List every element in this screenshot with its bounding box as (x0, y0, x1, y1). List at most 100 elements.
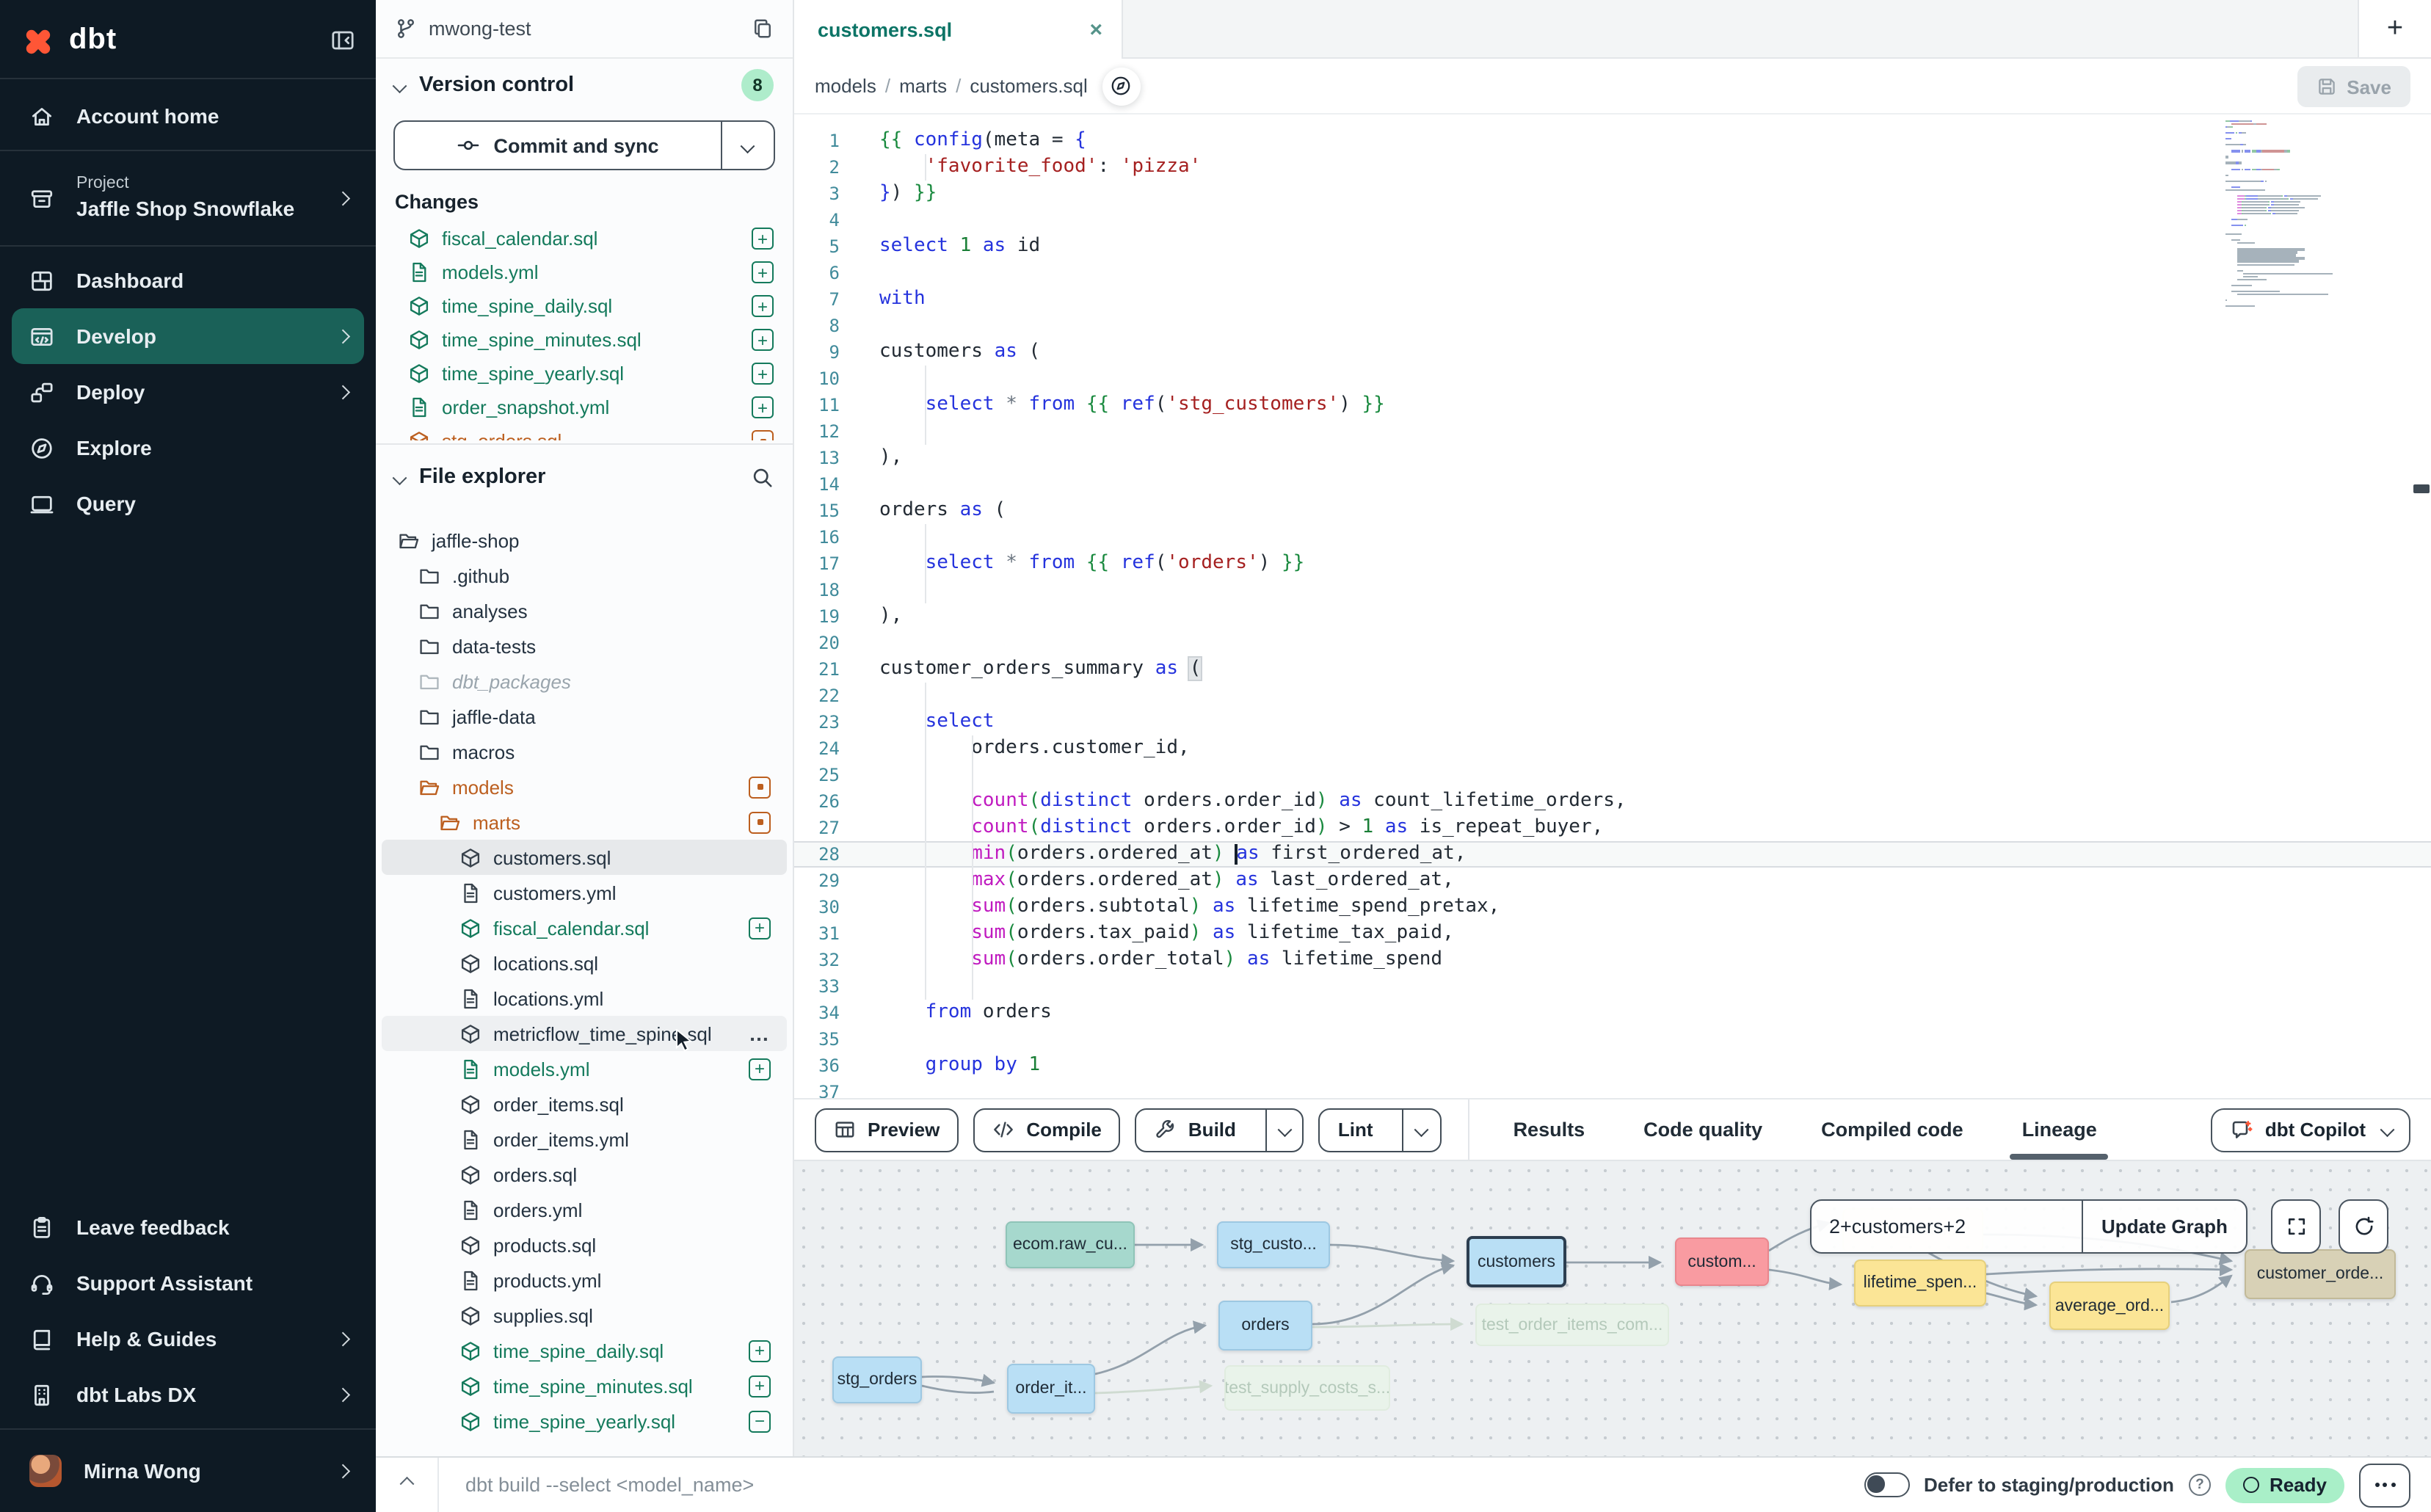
lineage-node[interactable]: lifetime_spen... (1854, 1260, 1986, 1306)
code-line[interactable]: 25 (794, 762, 2431, 788)
tree-item[interactable]: analyses (382, 593, 787, 628)
code-editor[interactable]: 1{{ config(meta = {2 'favorite_food': 'p… (794, 115, 2431, 1098)
tree-item[interactable]: macros (382, 734, 787, 769)
code-line[interactable]: 12 (794, 418, 2431, 445)
code-line[interactable]: 32 sum(orders.order_total) as lifetime_s… (794, 947, 2431, 973)
tree-item[interactable]: products.yml (382, 1262, 787, 1298)
code-line[interactable]: 15orders as ( (794, 498, 2431, 524)
tree-item[interactable]: customers.yml (382, 875, 787, 910)
code-line[interactable]: 16 (794, 524, 2431, 550)
editor-minimap[interactable] (2225, 120, 2419, 317)
code-line[interactable]: 23 select (794, 709, 2431, 735)
tree-item[interactable]: orders.yml (382, 1192, 787, 1227)
tree-item[interactable]: supplies.sql (382, 1298, 787, 1333)
sidebar-collapse-icon[interactable] (330, 28, 355, 53)
code-line[interactable]: 4 (794, 207, 2431, 233)
help-icon[interactable]: ? (2189, 1474, 2211, 1496)
lineage-node[interactable]: stg_custo... (1217, 1221, 1330, 1268)
change-row[interactable]: stg_orders.sql (376, 424, 793, 440)
code-line[interactable]: 29 max(orders.ordered_at) as last_ordere… (794, 868, 2431, 894)
code-line[interactable]: 3}) }} (794, 181, 2431, 207)
tree-item[interactable]: models (382, 769, 787, 804)
code-line[interactable]: 35 (794, 1026, 2431, 1053)
sidebar-user-menu[interactable]: Mirna Wong (12, 1439, 364, 1503)
save-button[interactable]: Save (2297, 66, 2410, 107)
close-icon[interactable]: × (1089, 17, 1102, 42)
tree-item[interactable]: fiscal_calendar.sql+ (382, 910, 787, 945)
code-line[interactable]: 6 (794, 260, 2431, 286)
plus-badge[interactable]: + (749, 1340, 771, 1362)
lineage-node[interactable]: order_it... (1007, 1364, 1095, 1414)
code-line[interactable]: 28 min(orders.ordered_at) as first_order… (794, 841, 2431, 868)
lineage-node[interactable]: stg_orders (832, 1356, 922, 1403)
lineage-node[interactable]: ecom.raw_cu... (1006, 1221, 1135, 1268)
preview-button[interactable]: Preview (815, 1108, 959, 1152)
lineage-node[interactable]: test_supply_costs_s... (1224, 1365, 1390, 1411)
sidebar-item-dbt-labs-dx[interactable]: dbt Labs DX (12, 1367, 364, 1422)
sidebar-item-explore[interactable]: Explore (12, 420, 364, 476)
code-line[interactable]: 37 (794, 1079, 2431, 1098)
code-line[interactable]: 20 (794, 630, 2431, 656)
sidebar-item-leave-feedback[interactable]: Leave feedback (12, 1199, 364, 1255)
code-line[interactable]: 9customers as ( (794, 339, 2431, 366)
tree-item[interactable]: orders.sql (382, 1157, 787, 1192)
lineage-node[interactable]: customer_orde... (2245, 1249, 2396, 1299)
tree-item[interactable]: jaffle-shop (382, 523, 787, 558)
code-line[interactable]: 36 group by 1 (794, 1053, 2431, 1079)
dbt-logo[interactable] (21, 23, 56, 58)
change-row[interactable]: time_spine_minutes.sql+ (376, 323, 793, 357)
code-line[interactable]: 19), (794, 603, 2431, 630)
code-line[interactable]: 2 'favorite_food': 'pizza' (794, 154, 2431, 181)
tree-item[interactable]: order_items.sql (382, 1086, 787, 1122)
dot-badge[interactable] (749, 776, 771, 798)
tree-item[interactable]: metricflow_time_spine.sql… (382, 1016, 787, 1051)
copy-icon[interactable] (752, 18, 774, 40)
code-line[interactable]: 26 count(distinct orders.order_id) as co… (794, 788, 2431, 815)
code-line[interactable]: 18 (794, 577, 2431, 603)
code-line[interactable]: 31 sum(orders.tax_paid) as lifetime_tax_… (794, 920, 2431, 947)
search-icon[interactable] (752, 466, 774, 488)
build-options-caret[interactable] (1265, 1109, 1303, 1150)
stage-add-badge[interactable]: + (752, 363, 774, 385)
sidebar-item-support-assistant[interactable]: Support Assistant (12, 1255, 364, 1311)
update-graph-button[interactable]: Update Graph (2082, 1201, 2246, 1252)
new-tab-button[interactable]: + (2358, 0, 2431, 59)
sidebar-item-dashboard[interactable]: Dashboard (12, 252, 364, 308)
sidebar-item-account-home[interactable]: Account home (12, 88, 364, 144)
tree-item[interactable]: time_spine_yearly.sql− (382, 1403, 787, 1439)
defer-toggle[interactable] (1864, 1472, 1909, 1497)
tab-customers-sql[interactable]: customers.sql × (794, 0, 1123, 59)
tree-item[interactable]: locations.sql (382, 945, 787, 981)
editor-scrollbar[interactable] (2413, 484, 2430, 493)
lineage-node[interactable]: custom... (1675, 1237, 1769, 1286)
tree-item[interactable]: models.yml+ (382, 1051, 787, 1086)
code-line[interactable]: 11 select * from {{ ref('stg_customers')… (794, 392, 2431, 418)
tab-results[interactable]: Results (1514, 1100, 1585, 1160)
stage-add-badge[interactable]: + (752, 396, 774, 418)
code-line[interactable]: 14 (794, 471, 2431, 498)
code-line[interactable]: 17 select * from {{ ref('orders') }} (794, 550, 2431, 577)
minus-badge[interactable]: − (749, 1410, 771, 1432)
code-line[interactable]: 34 from orders (794, 1000, 2431, 1026)
tree-item[interactable]: data-tests (382, 628, 787, 664)
change-row[interactable]: time_spine_yearly.sql+ (376, 357, 793, 390)
sidebar-item-query[interactable]: Query (12, 476, 364, 531)
fullscreen-button[interactable] (2271, 1199, 2321, 1254)
sidebar-item-develop[interactable]: Develop (12, 308, 364, 364)
code-line[interactable]: 21customer_orders_summary as ( (794, 656, 2431, 683)
version-control-header[interactable]: Version control 8 (376, 59, 793, 112)
explore-lineage-icon[interactable] (1102, 67, 1141, 105)
lineage-graph[interactable]: count_lifetim... (794, 1160, 2431, 1456)
code-line[interactable]: 27 count(distinct orders.order_id) > 1 a… (794, 815, 2431, 841)
tree-item[interactable]: jaffle-data (382, 699, 787, 734)
tab-code-quality[interactable]: Code quality (1643, 1100, 1762, 1160)
code-line[interactable]: 24 orders.customer_id, (794, 735, 2431, 762)
lint-main[interactable]: Lint (1320, 1109, 1391, 1150)
file-explorer-header[interactable]: File explorer (376, 451, 793, 504)
modified-badge[interactable] (752, 430, 774, 440)
code-line[interactable]: 13), (794, 445, 2431, 471)
code-line[interactable]: 22 (794, 683, 2431, 709)
change-row[interactable]: fiscal_calendar.sql+ (376, 222, 793, 255)
tab-compiled-code[interactable]: Compiled code (1821, 1100, 1963, 1160)
sidebar-item-help-guides[interactable]: Help & Guides (12, 1311, 364, 1367)
